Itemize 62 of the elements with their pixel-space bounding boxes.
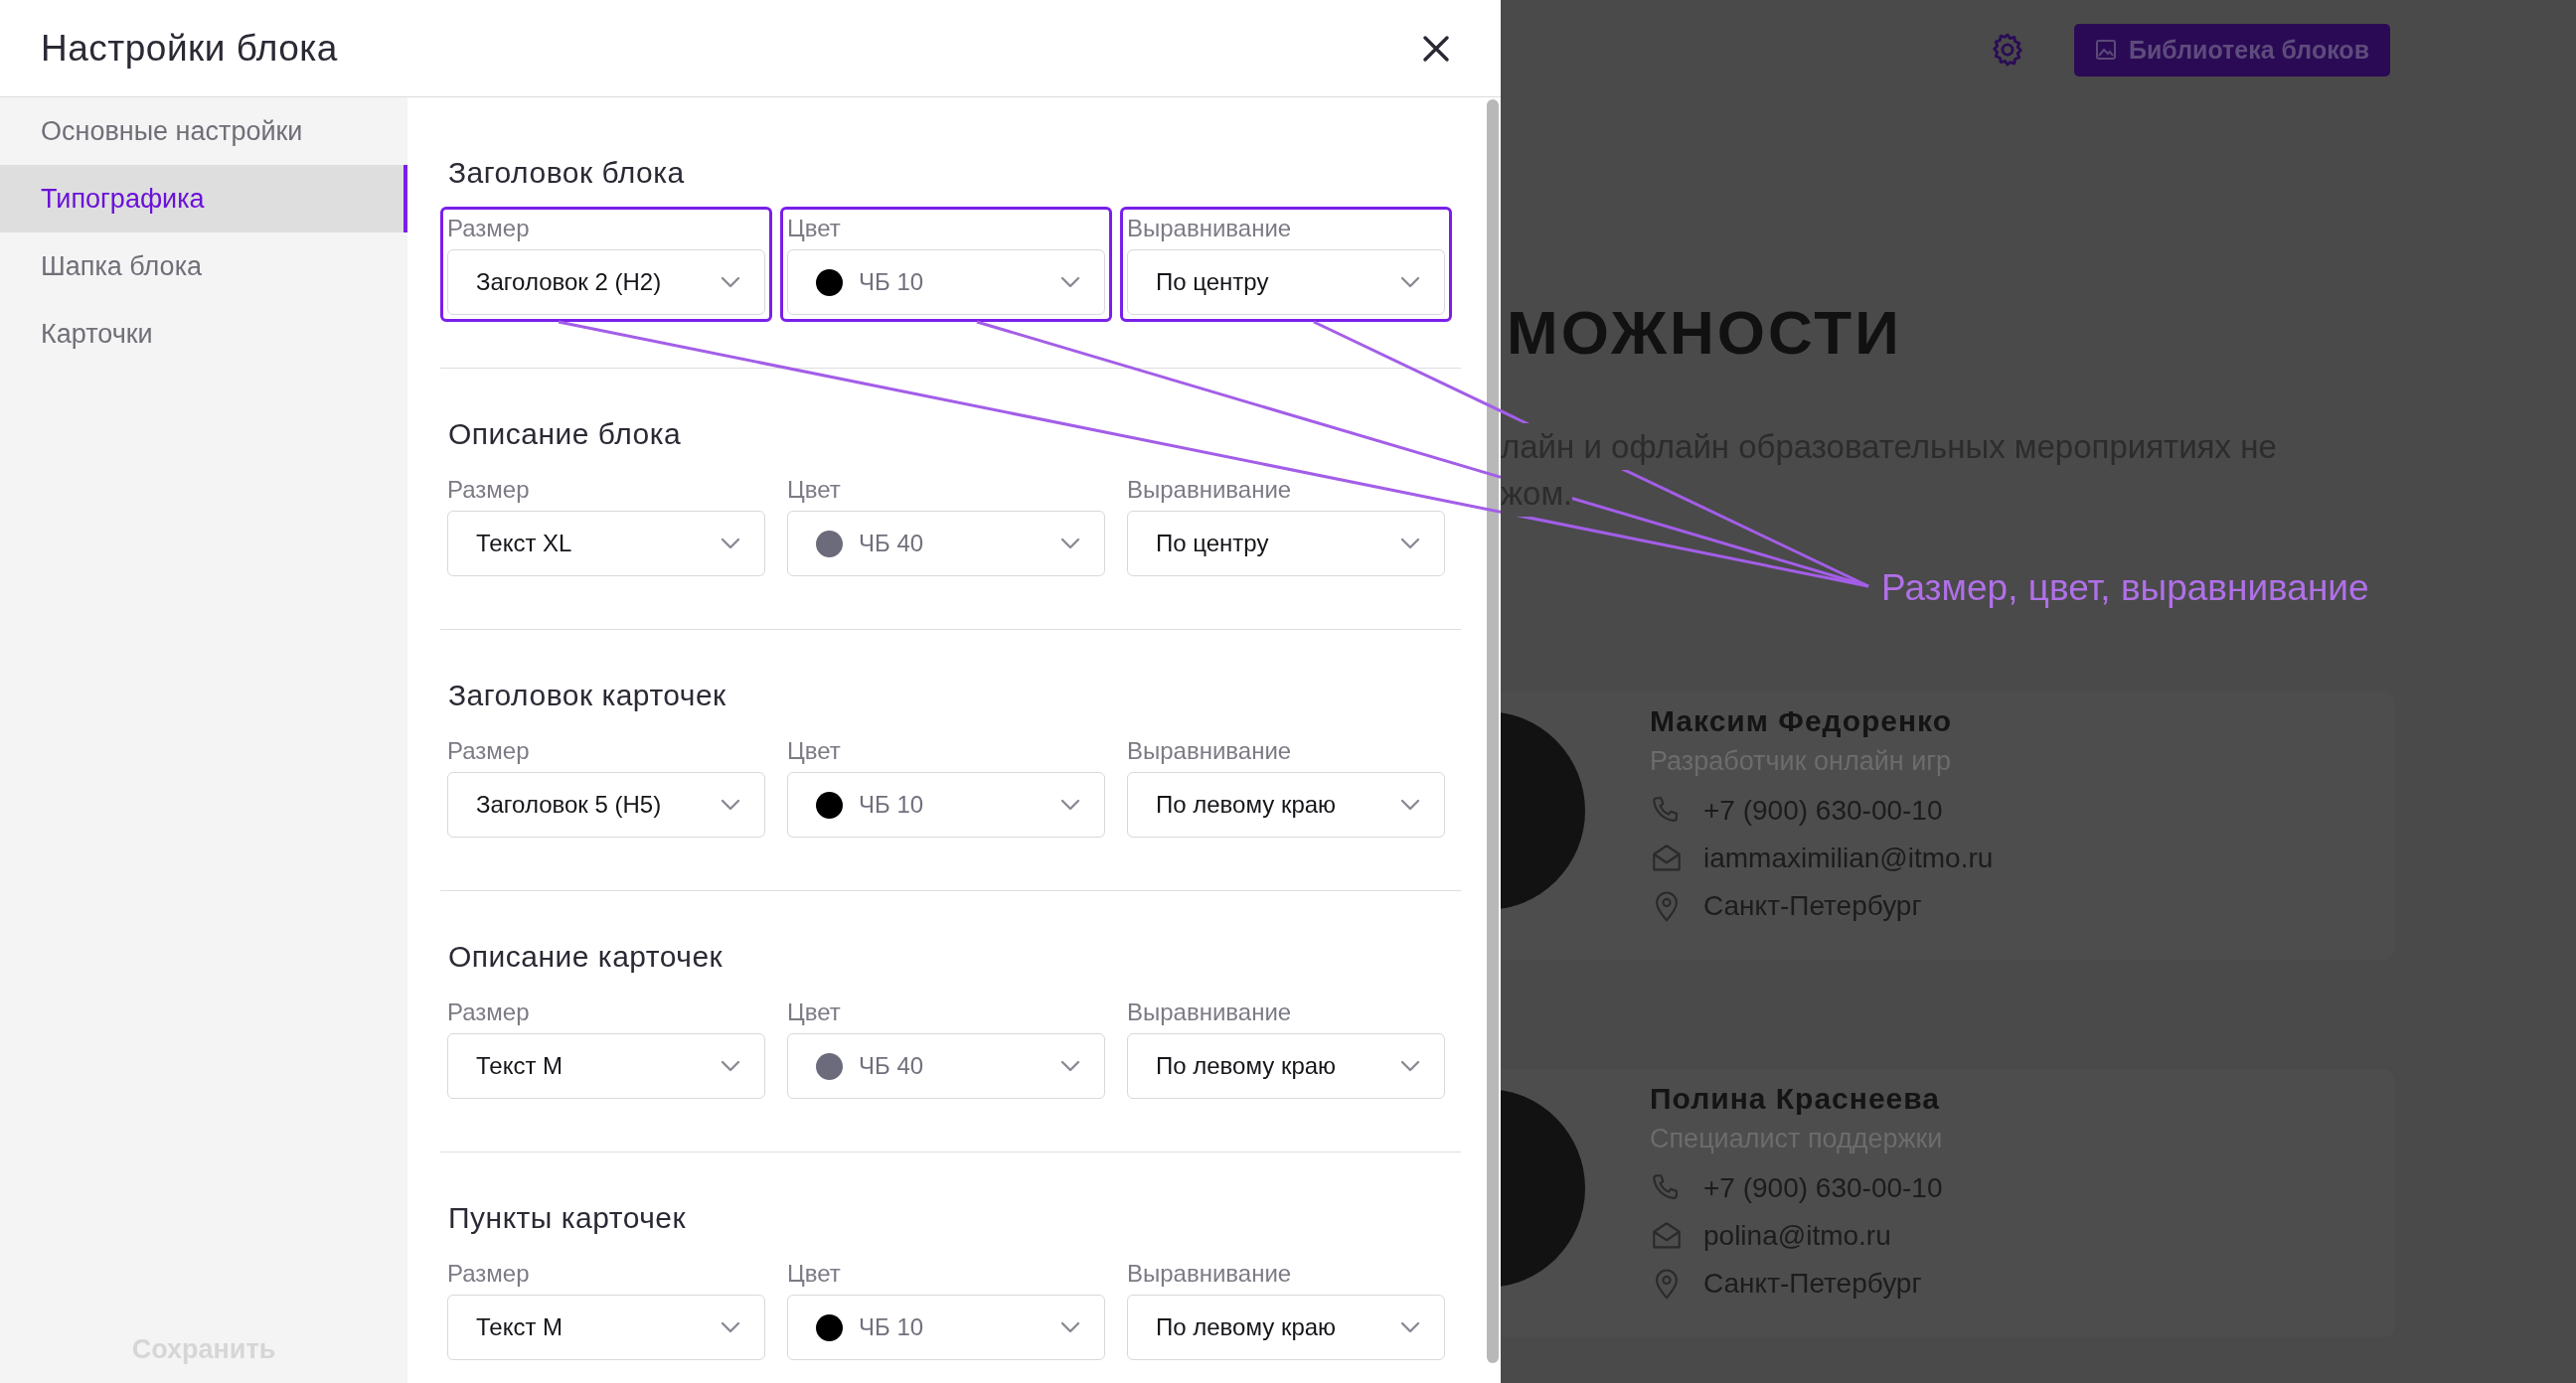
dropdown-field[interactable]: Текст XL [447, 511, 765, 576]
scrollbar[interactable] [1487, 99, 1499, 1363]
field-label: Выравнивание [1127, 214, 1293, 243]
chevron-icon [721, 799, 740, 811]
field-label: Выравнивание [1127, 475, 1293, 505]
dropdown-field[interactable]: ЧБ 40 [787, 1033, 1105, 1099]
page-heading: МОЖНОСТИ [1507, 298, 1903, 368]
sidebar-item[interactable]: Шапка блока [0, 232, 407, 300]
annotation-text: Размер, цвет, выравнивание [1881, 566, 2369, 610]
section-title: Заголовок блока [448, 155, 686, 191]
dropdown-field[interactable]: ЧБ 10 [787, 772, 1105, 838]
field-label: Цвет [787, 475, 842, 505]
chevron-icon [1060, 276, 1080, 288]
person-name: Максим Федоренко [1650, 703, 1954, 739]
chevron-icon [1400, 538, 1420, 549]
sidebar-item[interactable]: Карточки [0, 300, 407, 368]
field-label: Размер [447, 736, 531, 766]
chevron-icon [1060, 1321, 1080, 1333]
chevron-icon [1060, 799, 1080, 811]
image-icon [2095, 39, 2117, 61]
chevron-icon [1060, 538, 1080, 549]
dropdown-field[interactable]: ЧБ 40 [787, 511, 1105, 576]
sidebar-item[interactable]: Основные настройки [0, 97, 407, 165]
field-label: Цвет [787, 998, 842, 1027]
field-label: Размер [447, 998, 531, 1027]
chevron-icon [721, 276, 740, 288]
field-label: Выравнивание [1127, 736, 1293, 766]
modal-title: Настройки блока [41, 27, 338, 70]
section-title: Описание блока [448, 416, 683, 452]
person-name: Полина Краснеева [1650, 1081, 1941, 1117]
chevron-icon [721, 538, 740, 549]
chevron-icon [1400, 799, 1420, 811]
field-label: Размер [447, 214, 531, 243]
section-title: Описание карточек [448, 939, 724, 975]
chevron-icon [1400, 1060, 1420, 1072]
dropdown-field[interactable]: По центру [1127, 511, 1445, 576]
dropdown-field[interactable]: Текст M [447, 1033, 765, 1099]
field-label: Выравнивание [1127, 998, 1293, 1027]
field-label: Выравнивание [1127, 1259, 1293, 1289]
dropdown-field[interactable]: Заголовок 2 (H2) [447, 249, 765, 315]
dropdown-field[interactable]: По левому краю [1127, 1033, 1445, 1099]
chevron-icon [721, 1321, 740, 1333]
chevron-icon [1400, 276, 1420, 288]
field-label: Размер [447, 1259, 531, 1289]
close-icon[interactable] [1421, 33, 1451, 64]
section-title: Пункты карточек [448, 1200, 688, 1236]
chevron-icon [1400, 1321, 1420, 1333]
field-label: Цвет [787, 1259, 842, 1289]
chevron-icon [1060, 1060, 1080, 1072]
dropdown-field[interactable]: По центру [1127, 249, 1445, 315]
section-title: Заголовок карточек [448, 678, 727, 713]
dropdown-field[interactable]: ЧБ 10 [787, 1295, 1105, 1360]
chevron-icon [721, 1060, 740, 1072]
dropdown-field[interactable]: Текст M [447, 1295, 765, 1360]
dropdown-field[interactable]: По левому краю [1127, 772, 1445, 838]
field-label: Цвет [787, 214, 842, 243]
field-label: Размер [447, 475, 531, 505]
sidebar-item[interactable]: Типографика [0, 165, 407, 232]
field-label: Цвет [787, 736, 842, 766]
dropdown-field[interactable]: ЧБ 10 [787, 249, 1105, 315]
dropdown-field[interactable]: Заголовок 5 (H5) [447, 772, 765, 838]
dropdown-field[interactable]: По левому краю [1127, 1295, 1445, 1360]
